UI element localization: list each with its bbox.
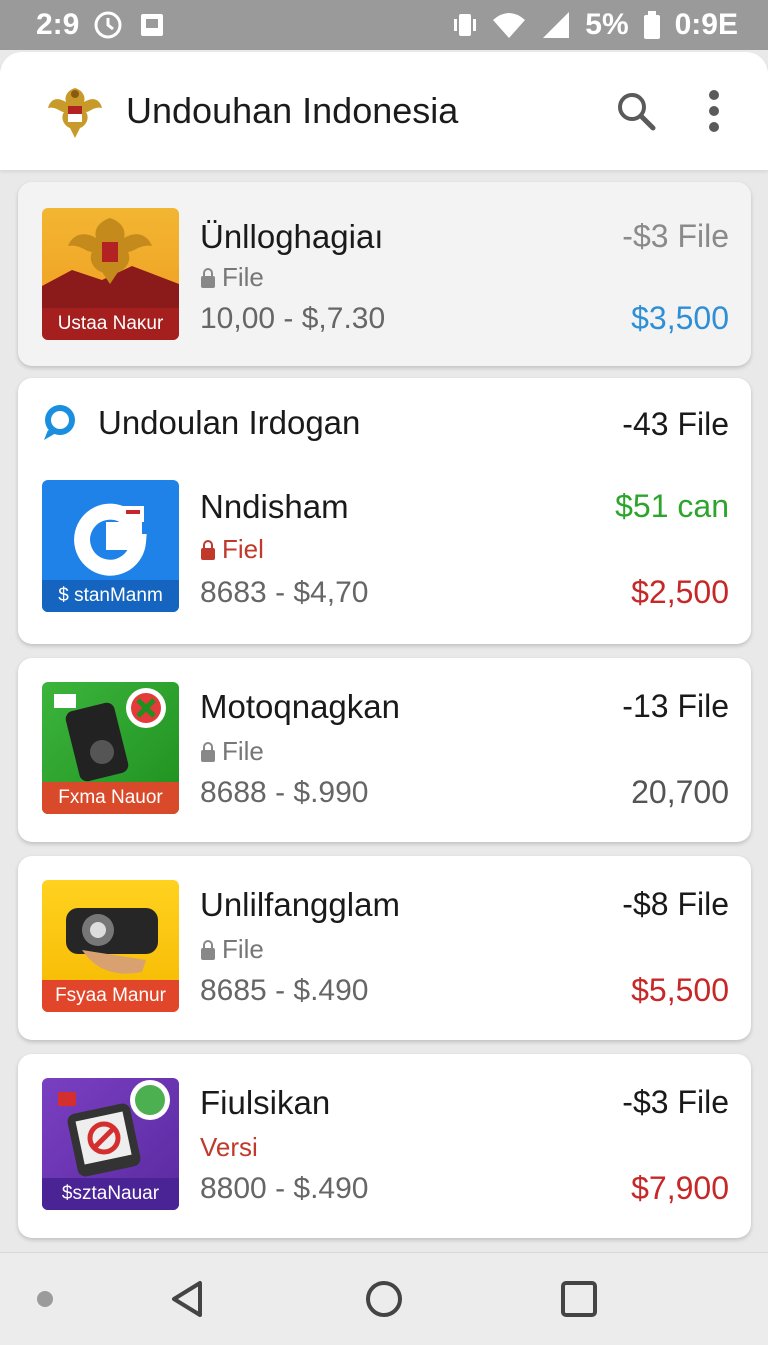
lock-icon bbox=[201, 939, 215, 960]
speaker-icon bbox=[54, 688, 166, 782]
item-name: Ünlloghagiaı bbox=[200, 218, 384, 255]
thumbnail-label: $ stanManm bbox=[42, 580, 179, 612]
section-title: Undoulan Irdogan bbox=[98, 404, 361, 441]
app-thumbnail: Ustaa Naĸur bbox=[42, 208, 179, 340]
item-type: Fiel bbox=[200, 534, 264, 565]
item-name: Unlilfangglam bbox=[200, 886, 400, 923]
status-clock-right: 0:9E bbox=[674, 8, 738, 41]
section-count: -43 File bbox=[622, 406, 729, 442]
more-vert-icon bbox=[709, 90, 719, 132]
item-name: Motoqnagkan bbox=[200, 688, 400, 725]
item-name: Fiulsikan bbox=[200, 1084, 331, 1121]
item-range: 8688 - $.990 bbox=[200, 776, 369, 809]
alarm-icon bbox=[94, 11, 122, 39]
item-price: 20,700 bbox=[631, 774, 729, 810]
status-time: 2:9 bbox=[36, 8, 80, 41]
thumbnail-label: Fsyaa Manur bbox=[42, 980, 179, 1012]
battery-icon bbox=[643, 11, 660, 39]
app-title: Undouhan Indonesia bbox=[126, 90, 459, 131]
item-range: 8683 - $4,70 bbox=[200, 576, 369, 609]
thumbnail-label: $sztaNauar bbox=[42, 1178, 179, 1210]
recents-icon[interactable] bbox=[557, 1277, 601, 1321]
phone-block-icon bbox=[58, 1080, 170, 1177]
item-price: $3,500 bbox=[631, 300, 729, 336]
item-count: -$3 File bbox=[622, 1084, 729, 1120]
thumbnail-label: Ustaa Naĸur bbox=[42, 308, 179, 340]
item-price: $2,500 bbox=[631, 574, 729, 610]
item-price: $7,900 bbox=[631, 1170, 729, 1206]
notification-icon bbox=[141, 14, 164, 36]
garuda-emblem-icon bbox=[42, 218, 179, 308]
item-price: $5,500 bbox=[631, 972, 729, 1008]
camera-icon bbox=[66, 908, 158, 974]
item-type: File bbox=[200, 934, 264, 965]
indicator-dot bbox=[37, 1291, 53, 1307]
item-count: -$3 File bbox=[622, 218, 729, 254]
battery-percent: 5% bbox=[585, 8, 629, 41]
item-range: 10,00 - $,7.30 bbox=[200, 302, 386, 335]
home-icon[interactable] bbox=[362, 1277, 406, 1321]
app-bar: Undouhan Indonesia bbox=[0, 52, 768, 170]
signal-icon bbox=[543, 12, 570, 38]
chat-bubble-icon bbox=[44, 405, 75, 440]
list-item[interactable]: Fsyaa Manur Unlilfangglam File 8685 - $.… bbox=[18, 856, 751, 1040]
app-thumbnail: $ stanManm bbox=[42, 480, 179, 612]
list-item[interactable]: Ustaa Naĸur Ünlloghagiaı File 10,00 - $,… bbox=[18, 182, 751, 366]
app-thumbnail: Fxma Nauor bbox=[42, 682, 179, 814]
back-icon[interactable] bbox=[166, 1277, 210, 1321]
item-range: 8800 - $.490 bbox=[200, 1172, 369, 1205]
wifi-icon bbox=[493, 13, 526, 38]
thumbnail-label: Fxma Nauor bbox=[42, 782, 179, 814]
item-count: -$8 File bbox=[622, 886, 729, 922]
search-button[interactable] bbox=[606, 81, 666, 141]
item-type: File bbox=[200, 262, 264, 293]
item-name: Nndisham bbox=[200, 488, 349, 525]
garuda-logo bbox=[48, 88, 102, 138]
list-item[interactable]: Fxma Nauor Motoqnagkan File 8688 - $.990… bbox=[18, 658, 751, 842]
item-type: Versi bbox=[200, 1132, 258, 1162]
vibrate-icon bbox=[454, 14, 477, 36]
item-type: File bbox=[200, 736, 264, 767]
g-logo-icon bbox=[74, 503, 147, 576]
status-bar: 2:9 5% 0:9E bbox=[0, 0, 768, 50]
more-options-button[interactable] bbox=[684, 81, 744, 141]
item-count: -13 File bbox=[622, 688, 729, 724]
list-item[interactable]: $sztaNauar Fiulsikan Versi 8800 - $.490 … bbox=[18, 1054, 751, 1238]
item-range: 8685 - $.490 bbox=[200, 974, 369, 1007]
item-price-top: $51 can bbox=[615, 488, 729, 524]
app-thumbnail: $sztaNauar bbox=[42, 1078, 179, 1210]
lock-icon bbox=[201, 741, 215, 762]
navigation-bar bbox=[0, 1252, 768, 1345]
lock-icon bbox=[201, 539, 215, 560]
app-thumbnail: Fsyaa Manur bbox=[42, 880, 179, 1012]
section-card[interactable]: Undoulan Irdogan -43 File $ stanManm Nnd… bbox=[18, 378, 751, 644]
search-icon bbox=[618, 93, 656, 131]
lock-icon bbox=[201, 267, 215, 288]
